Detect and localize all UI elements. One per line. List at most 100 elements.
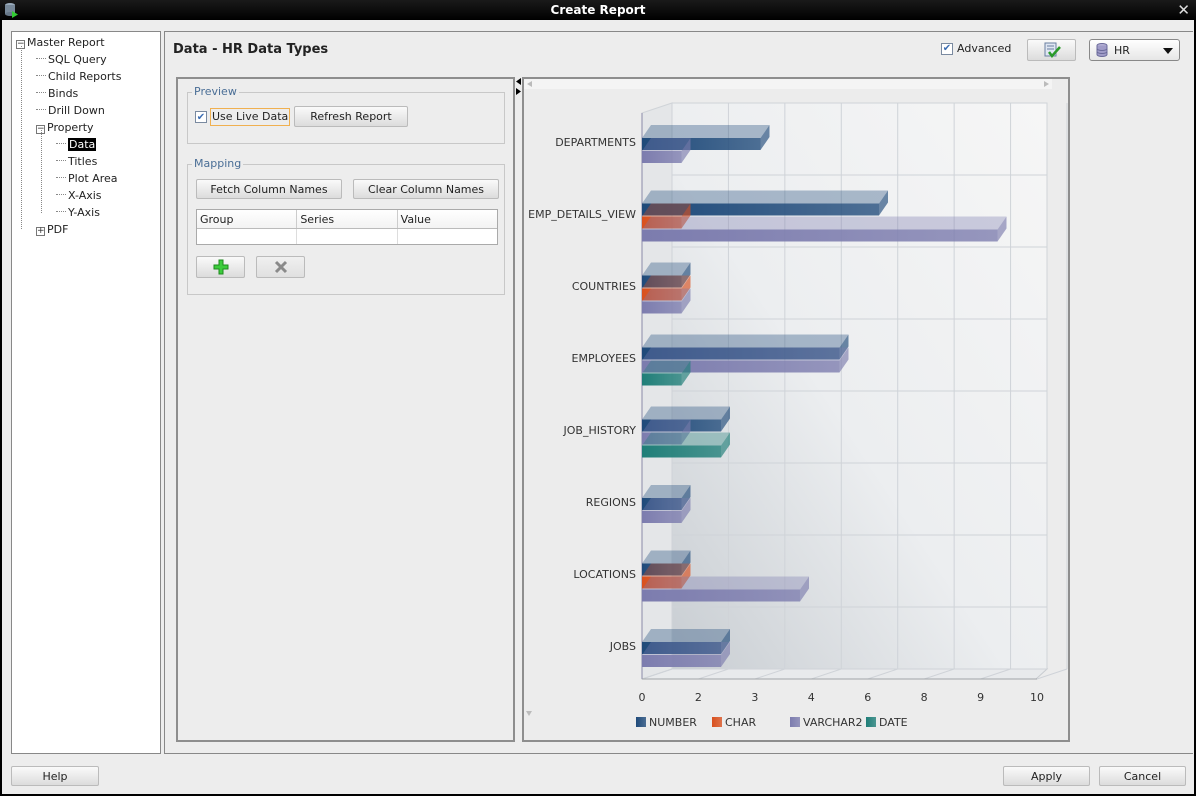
delete-icon bbox=[274, 260, 287, 274]
bar-top-face bbox=[642, 216, 1007, 230]
delete-row-button[interactable] bbox=[256, 256, 305, 278]
preview-group: Preview ✔ Use Live Data Refresh Report bbox=[187, 85, 505, 144]
datasource-select[interactable]: HR bbox=[1089, 39, 1180, 61]
category-label: DEPARTMENTS bbox=[555, 136, 636, 149]
refresh-report-button[interactable]: Refresh Report bbox=[294, 106, 408, 127]
add-icon bbox=[213, 259, 228, 275]
tree-connector bbox=[36, 75, 46, 76]
report-tree: − Master Report SQL Query Child Reports Bind… bbox=[11, 31, 161, 754]
tree-item-label: PDF bbox=[47, 223, 69, 236]
checkbox-checked-icon[interactable]: ✔ bbox=[195, 111, 207, 123]
add-row-button[interactable] bbox=[196, 256, 245, 278]
tree-item-master-report[interactable]: − Master Report bbox=[16, 35, 105, 50]
x-tick-label: 2 bbox=[695, 691, 702, 704]
tree-item-plot-area[interactable]: Plot Area bbox=[56, 171, 118, 186]
preview-group-label: Preview bbox=[192, 85, 239, 98]
dialog-body: − Master Report SQL Query Child Reports Bind… bbox=[2, 20, 1194, 794]
tree-item-pdf[interactable]: + PDF bbox=[36, 222, 68, 237]
category-label: LOCATIONS bbox=[573, 568, 636, 581]
tree-item-label: Titles bbox=[68, 155, 98, 168]
category-label: REGIONS bbox=[586, 496, 636, 509]
legend-label: DATE bbox=[879, 716, 908, 729]
bar-varchar2-regions bbox=[642, 511, 682, 523]
x-tick-label: 0 bbox=[639, 691, 646, 704]
help-button[interactable]: Help bbox=[11, 766, 99, 786]
main-panel: Data - HR Data Types ✔ Advanced HR Previ… bbox=[164, 31, 1193, 754]
tree-item-data[interactable]: Data bbox=[56, 137, 97, 152]
legend-swatch-char bbox=[712, 717, 722, 727]
tree-item-label: Drill Down bbox=[48, 104, 105, 117]
tree-connector bbox=[56, 160, 66, 161]
test-query-button[interactable] bbox=[1027, 39, 1076, 61]
tree-line bbox=[41, 130, 42, 213]
bar-varchar2-departments bbox=[642, 151, 682, 163]
tree-item-label: SQL Query bbox=[48, 53, 107, 66]
tree-item-drill-down[interactable]: Drill Down bbox=[36, 103, 105, 118]
chevron-down-icon bbox=[1163, 48, 1173, 54]
bar-top-face bbox=[642, 406, 730, 420]
tree-item-property[interactable]: − Property bbox=[36, 120, 94, 135]
table-header: Group Series Value bbox=[197, 210, 497, 229]
bar-varchar2-emp_details_view bbox=[642, 229, 998, 242]
tree-connector bbox=[56, 143, 66, 144]
x-tick-label: 8 bbox=[921, 691, 928, 704]
x-tick-label: 10 bbox=[1030, 691, 1044, 704]
expand-icon[interactable]: + bbox=[36, 227, 45, 236]
bar-date-employees bbox=[642, 373, 682, 386]
tree-item-child-reports[interactable]: Child Reports bbox=[36, 69, 121, 84]
advanced-checkbox[interactable]: ✔ Advanced bbox=[941, 42, 1011, 55]
legend-swatch-date bbox=[866, 717, 876, 727]
help-label: Help bbox=[42, 769, 68, 783]
category-label: JOBS bbox=[609, 640, 636, 653]
tree-item-label: Master Report bbox=[27, 36, 105, 49]
datasource-value: HR bbox=[1114, 43, 1130, 57]
apply-button[interactable]: Apply bbox=[1003, 766, 1090, 786]
bar-top-face bbox=[642, 190, 888, 204]
column-header-series[interactable]: Series bbox=[297, 210, 398, 228]
bar-varchar2-jobs bbox=[642, 655, 721, 667]
horizontal-scrollbar[interactable] bbox=[524, 79, 1052, 89]
tree-item-titles[interactable]: Titles bbox=[56, 154, 97, 169]
chart-preview-panel: 0 2 3 4 6 8 9 10 DEPARTMENTS EMP_DETAILS_VIEW COUN… bbox=[522, 77, 1070, 742]
app-icon bbox=[5, 3, 18, 18]
category-label: JOB_HISTORY bbox=[563, 424, 637, 437]
apply-label: Apply bbox=[1030, 769, 1063, 783]
clear-column-names-button[interactable]: Clear Column Names bbox=[353, 179, 499, 199]
tree-item-y-axis[interactable]: Y-Axis bbox=[56, 205, 100, 220]
window-title: Create Report bbox=[550, 3, 646, 17]
legend-label: VARCHAR2 bbox=[803, 716, 863, 729]
use-live-data-checkbox[interactable]: ✔ Use Live Data bbox=[195, 108, 291, 126]
tree-item-label: Y-Axis bbox=[68, 206, 100, 219]
table-row[interactable] bbox=[197, 229, 497, 244]
fetch-column-names-button[interactable]: Fetch Column Names bbox=[196, 179, 342, 199]
tree-item-x-axis[interactable]: X-Axis bbox=[56, 188, 102, 203]
tree-item-label: Plot Area bbox=[68, 172, 118, 185]
bar-top-face bbox=[642, 347, 849, 361]
tree-item-binds[interactable]: Binds bbox=[36, 86, 78, 101]
test-query-icon bbox=[1044, 42, 1061, 58]
bar-top-face bbox=[642, 629, 730, 642]
page-title: Data - HR Data Types bbox=[173, 42, 329, 57]
tree-item-sql-query[interactable]: SQL Query bbox=[36, 52, 107, 67]
mapping-group-label: Mapping bbox=[192, 157, 244, 170]
mapping-table[interactable]: Group Series Value bbox=[196, 209, 498, 245]
tree-item-label: X-Axis bbox=[68, 189, 102, 202]
cancel-button[interactable]: Cancel bbox=[1099, 766, 1186, 786]
checkbox-checked-icon[interactable]: ✔ bbox=[941, 42, 953, 55]
close-icon[interactable]: ✕ bbox=[1177, 0, 1190, 20]
legend-swatch-number bbox=[636, 717, 646, 727]
tree-item-label: Child Reports bbox=[48, 70, 122, 83]
vertical-scrollbar[interactable] bbox=[524, 79, 534, 719]
cancel-label: Cancel bbox=[1123, 769, 1162, 783]
legend-label: CHAR bbox=[725, 716, 756, 729]
tree-line bbox=[21, 46, 22, 229]
bar-varchar2-locations bbox=[642, 589, 800, 602]
column-header-group[interactable]: Group bbox=[197, 210, 298, 228]
use-live-data-label: Use Live Data bbox=[210, 108, 291, 126]
bar-top-face bbox=[642, 334, 849, 348]
tree-connector bbox=[36, 109, 46, 110]
tree-item-label: Property bbox=[47, 121, 94, 134]
column-header-value[interactable]: Value bbox=[398, 210, 497, 228]
x-tick-label: 9 bbox=[977, 691, 984, 704]
database-icon bbox=[1096, 43, 1108, 57]
